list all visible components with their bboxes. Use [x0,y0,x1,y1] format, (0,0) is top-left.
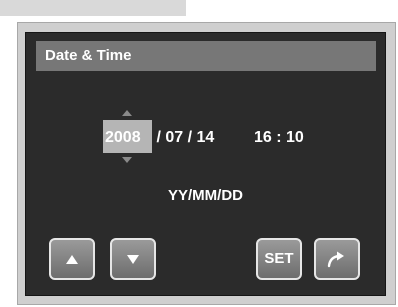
field-down-indicator-icon [122,157,132,163]
exit-button[interactable] [314,238,360,280]
time-field[interactable]: 16 : 10 [254,129,304,147]
page-title: Date & Time [45,47,132,64]
triangle-up-icon [66,254,78,264]
triangle-down-icon [127,254,139,264]
set-button[interactable]: SET [256,238,302,280]
page: Date & Time 2008 / 07 / 14 16 : 10 YY/MM… [0,0,398,307]
set-button-label: SET [264,250,294,267]
lcd-screen: Date & Time 2008 / 07 / 14 16 : 10 YY/MM… [25,32,386,296]
year-field[interactable]: 2008 [105,129,141,147]
device-frame: Date & Time 2008 / 07 / 14 16 : 10 YY/MM… [17,22,396,305]
date-format-label: YY/MM/DD [168,187,243,204]
title-bar: Date & Time [36,41,376,71]
month-day-field[interactable]: / 07 / 14 [152,129,214,147]
increment-button[interactable] [49,238,95,280]
field-up-indicator-icon [122,110,132,116]
curved-arrow-icon [327,251,344,268]
decrement-button[interactable] [110,238,156,280]
top-tab [0,0,186,16]
